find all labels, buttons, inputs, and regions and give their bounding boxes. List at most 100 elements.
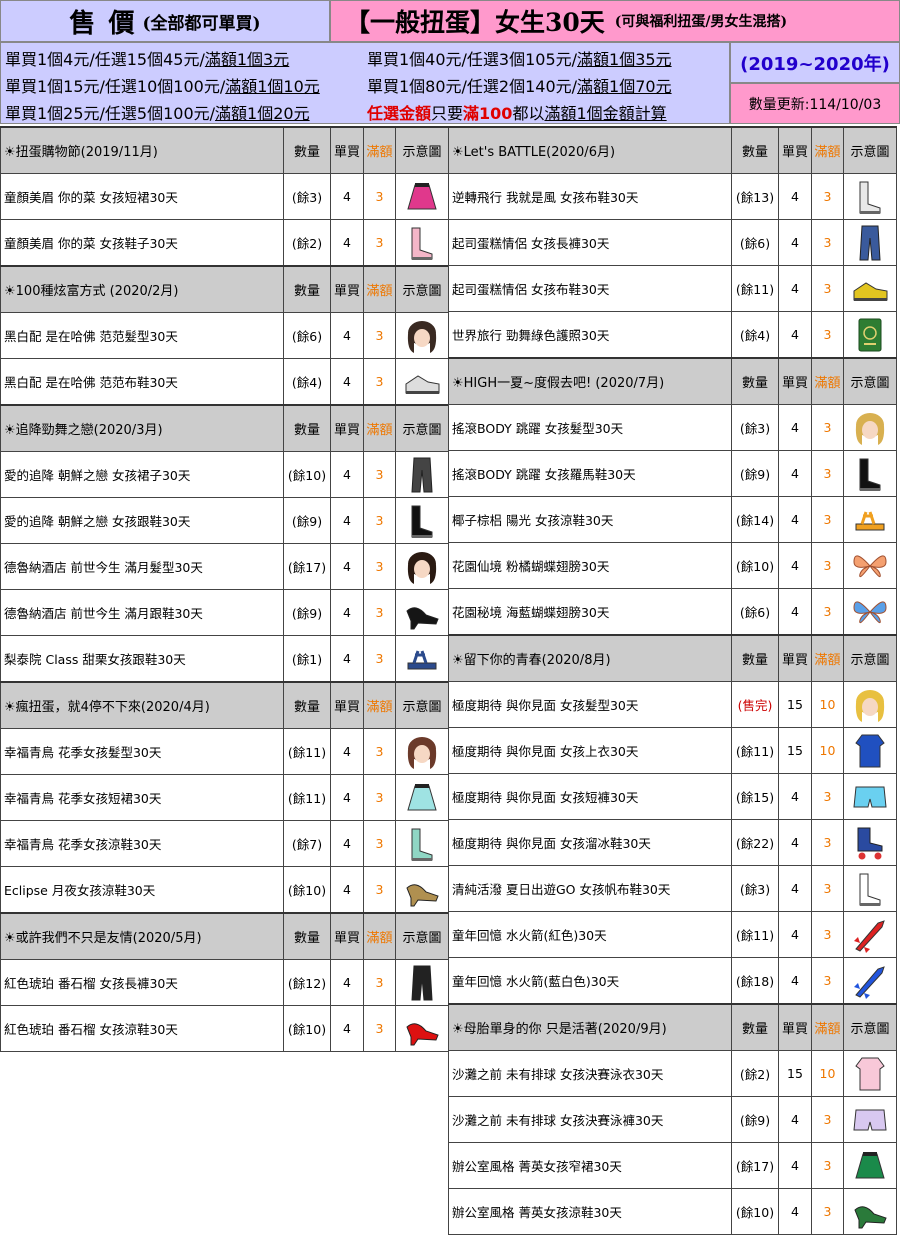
item-row[interactable]: 德魯納酒店 前世今生 滿月跟鞋30天 (餘9) 4 3 [0, 589, 449, 636]
single-price: 4 [778, 1188, 812, 1235]
item-name: 幸福青鳥 花季女孩涼鞋30天 [0, 820, 284, 867]
item-row[interactable]: 沙灘之前 未有排球 女孩決賽泳褲30天 (餘9) 4 3 [448, 1096, 897, 1143]
item-row[interactable]: 起司蛋糕情侶 女孩長褲30天 (餘6) 4 3 [448, 219, 897, 266]
item-row[interactable]: 梨泰院 Class 甜栗女孩跟鞋30天 (餘1) 4 3 [0, 635, 449, 683]
item-thumbnail [395, 728, 449, 775]
item-row[interactable]: 椰子棕梠 陽光 女孩涼鞋30天 (餘14) 4 3 [448, 496, 897, 543]
sandal-icon [849, 499, 891, 541]
item-row[interactable]: 辦公室風格 菁英女孩涼鞋30天 (餘10) 4 3 [448, 1188, 897, 1235]
stock-count: (餘6) [731, 219, 779, 266]
item-thumbnail [395, 820, 449, 867]
item-name: 幸福青鳥 花季女孩短裙30天 [0, 774, 284, 821]
item-name: 童顏美眉 你的菜 女孩鞋子30天 [0, 219, 284, 267]
item-thumbnail [843, 1188, 897, 1235]
sneaker-icon [401, 361, 443, 403]
item-row[interactable]: 花園秘境 海藍蝴蝶翅膀30天 (餘6) 4 3 [448, 588, 897, 636]
full-price: 3 [811, 1096, 844, 1143]
item-name: 紅色琥珀 番石榴 女孩涼鞋30天 [0, 1005, 284, 1052]
heels-icon [401, 592, 443, 634]
item-row[interactable]: 搖滾BODY 跳躍 女孩髮型30天 (餘3) 4 3 [448, 404, 897, 451]
price-column-header: 單買 [330, 681, 364, 729]
item-row[interactable]: 極度期待 與你見面 女孩髮型30天 (售完) 15 10 [448, 681, 897, 728]
passport-icon [849, 314, 891, 356]
item-row[interactable]: 愛的追降 朝鮮之戀 女孩跟鞋30天 (餘9) 4 3 [0, 497, 449, 544]
price-text: 單買1個25元/任選5個100元/ [5, 104, 216, 123]
item-row[interactable]: 辦公室風格 菁英女孩窄裙30天 (餘17) 4 3 [448, 1142, 897, 1189]
full-price: 3 [811, 496, 844, 543]
item-row[interactable]: 沙灘之前 未有排球 女孩決賽泳衣30天 (餘2) 15 10 [448, 1050, 897, 1097]
image-column-header: 示意圖 [843, 126, 897, 174]
rocket-icon [849, 960, 891, 1002]
item-row[interactable]: 極度期待 與你見面 女孩溜冰鞋30天 (餘22) 4 3 [448, 819, 897, 866]
price-column-header: 單買 [330, 404, 364, 452]
single-price: 4 [778, 911, 812, 958]
item-row[interactable]: 清純活潑 夏日出遊GO 女孩帆布鞋30天 (餘3) 4 3 [448, 865, 897, 912]
item-row[interactable]: Eclipse 月夜女孩涼鞋30天 (餘10) 4 3 [0, 866, 449, 914]
item-thumbnail [843, 773, 897, 820]
section-header-row: ☀追降勁舞之戀(2020/3月) 數量 單買 滿額 示意圖 [0, 404, 449, 452]
item-thumbnail [395, 173, 449, 220]
item-thumbnail [395, 635, 449, 683]
item-row[interactable]: 德魯納酒店 前世今生 滿月髮型30天 (餘17) 4 3 [0, 543, 449, 590]
price-line-4: 單買1個40元/任選3個105元/滿額1個35元 [367, 46, 672, 70]
item-row[interactable]: 童顏美眉 你的菜 女孩短裙30天 (餘3) 4 3 [0, 173, 449, 220]
item-name: 梨泰院 Class 甜栗女孩跟鞋30天 [0, 635, 284, 683]
item-row[interactable]: 紅色琥珀 番石榴 女孩長褲30天 (餘12) 4 3 [0, 959, 449, 1006]
full-price: 10 [811, 681, 844, 728]
item-row[interactable]: 起司蛋糕情侶 女孩布鞋30天 (餘11) 4 3 [448, 265, 897, 312]
full-price: 3 [363, 173, 396, 220]
item-thumbnail [395, 497, 449, 544]
item-name: 起司蛋糕情侶 女孩布鞋30天 [448, 265, 732, 312]
single-price: 4 [778, 311, 812, 359]
item-row[interactable]: 紅色琥珀 番石榴 女孩涼鞋30天 (餘10) 4 3 [0, 1005, 449, 1052]
item-row[interactable]: 黑白配 是在哈佛 范范髮型30天 (餘6) 4 3 [0, 312, 449, 359]
item-row[interactable]: 極度期待 與你見面 女孩短褲30天 (餘15) 4 3 [448, 773, 897, 820]
single-price: 4 [330, 866, 364, 914]
price-text: 單買1個80元/任選2個140元/ [367, 77, 578, 96]
item-name: 搖滾BODY 跳躍 女孩羅馬鞋30天 [448, 450, 732, 497]
item-row[interactable]: 逆轉飛行 我就是風 女孩布鞋30天 (餘13) 4 3 [448, 173, 897, 220]
stock-count: (餘4) [283, 358, 331, 406]
hair-icon [849, 684, 891, 726]
item-row[interactable]: 世界旅行 勁舞綠色護照30天 (餘4) 4 3 [448, 311, 897, 359]
single-price: 4 [778, 265, 812, 312]
single-price: 4 [778, 957, 812, 1005]
item-row[interactable]: 黑白配 是在哈佛 范范布鞋30天 (餘4) 4 3 [0, 358, 449, 406]
item-row[interactable]: 童年回憶 水火箭(紅色)30天 (餘11) 4 3 [448, 911, 897, 958]
single-price: 4 [778, 819, 812, 866]
section-title: ☀HIGH一夏~度假去吧! (2020/7月) [448, 357, 732, 405]
rocket-icon [849, 914, 891, 956]
item-name: 童年回憶 水火箭(紅色)30天 [448, 911, 732, 958]
right-column: ☀Let's BATTLE(2020/6月) 數量 單買 滿額 示意圖 逆轉飛行 我就是風… [448, 126, 897, 1235]
boots-icon [849, 453, 891, 495]
section-header-row: ☀母胎單身的你 只是活著(2020/9月) 數量 單買 滿額 示意圖 [448, 1003, 897, 1051]
item-thumbnail [395, 451, 449, 498]
section-title: ☀母胎單身的你 只是活著(2020/9月) [448, 1003, 732, 1051]
full-price: 3 [363, 820, 396, 867]
item-row[interactable]: 幸福青鳥 花季女孩髮型30天 (餘11) 4 3 [0, 728, 449, 775]
right-item-table: ☀Let's BATTLE(2020/6月) 數量 單買 滿額 示意圖 逆轉飛行 我就是風… [448, 126, 897, 1235]
heels-icon [849, 1191, 891, 1233]
item-row[interactable]: 愛的追降 朝鮮之戀 女孩裙子30天 (餘10) 4 3 [0, 451, 449, 498]
item-name: 椰子棕梠 陽光 女孩涼鞋30天 [448, 496, 732, 543]
single-price: 4 [778, 496, 812, 543]
item-name: 沙灘之前 未有排球 女孩決賽泳褲30天 [448, 1096, 732, 1143]
full-price: 3 [363, 497, 396, 544]
item-thumbnail [843, 727, 897, 774]
single-price: 15 [778, 681, 812, 728]
item-row[interactable]: 花園仙境 粉橘蝴蝶翅膀30天 (餘10) 4 3 [448, 542, 897, 589]
item-row[interactable]: 幸福青鳥 花季女孩涼鞋30天 (餘7) 4 3 [0, 820, 449, 867]
item-row[interactable]: 童年回憶 水火箭(藍白色)30天 (餘18) 4 3 [448, 957, 897, 1005]
section-title: ☀瘋扭蛋，就4停不下來(2020/4月) [0, 681, 284, 729]
single-price: 4 [330, 820, 364, 867]
item-row[interactable]: 幸福青鳥 花季女孩短裙30天 (餘11) 4 3 [0, 774, 449, 821]
item-row[interactable]: 極度期待 與你見面 女孩上衣30天 (餘11) 15 10 [448, 727, 897, 774]
pants-icon [401, 962, 443, 1004]
skirt-icon [849, 1145, 891, 1187]
stock-count: (餘7) [283, 820, 331, 867]
item-row[interactable]: 童顏美眉 你的菜 女孩鞋子30天 (餘2) 4 3 [0, 219, 449, 267]
full-price-column-header: 滿額 [363, 126, 396, 174]
stock-count: (餘9) [731, 1096, 779, 1143]
item-row[interactable]: 搖滾BODY 跳躍 女孩羅馬鞋30天 (餘9) 4 3 [448, 450, 897, 497]
full-price: 3 [811, 773, 844, 820]
